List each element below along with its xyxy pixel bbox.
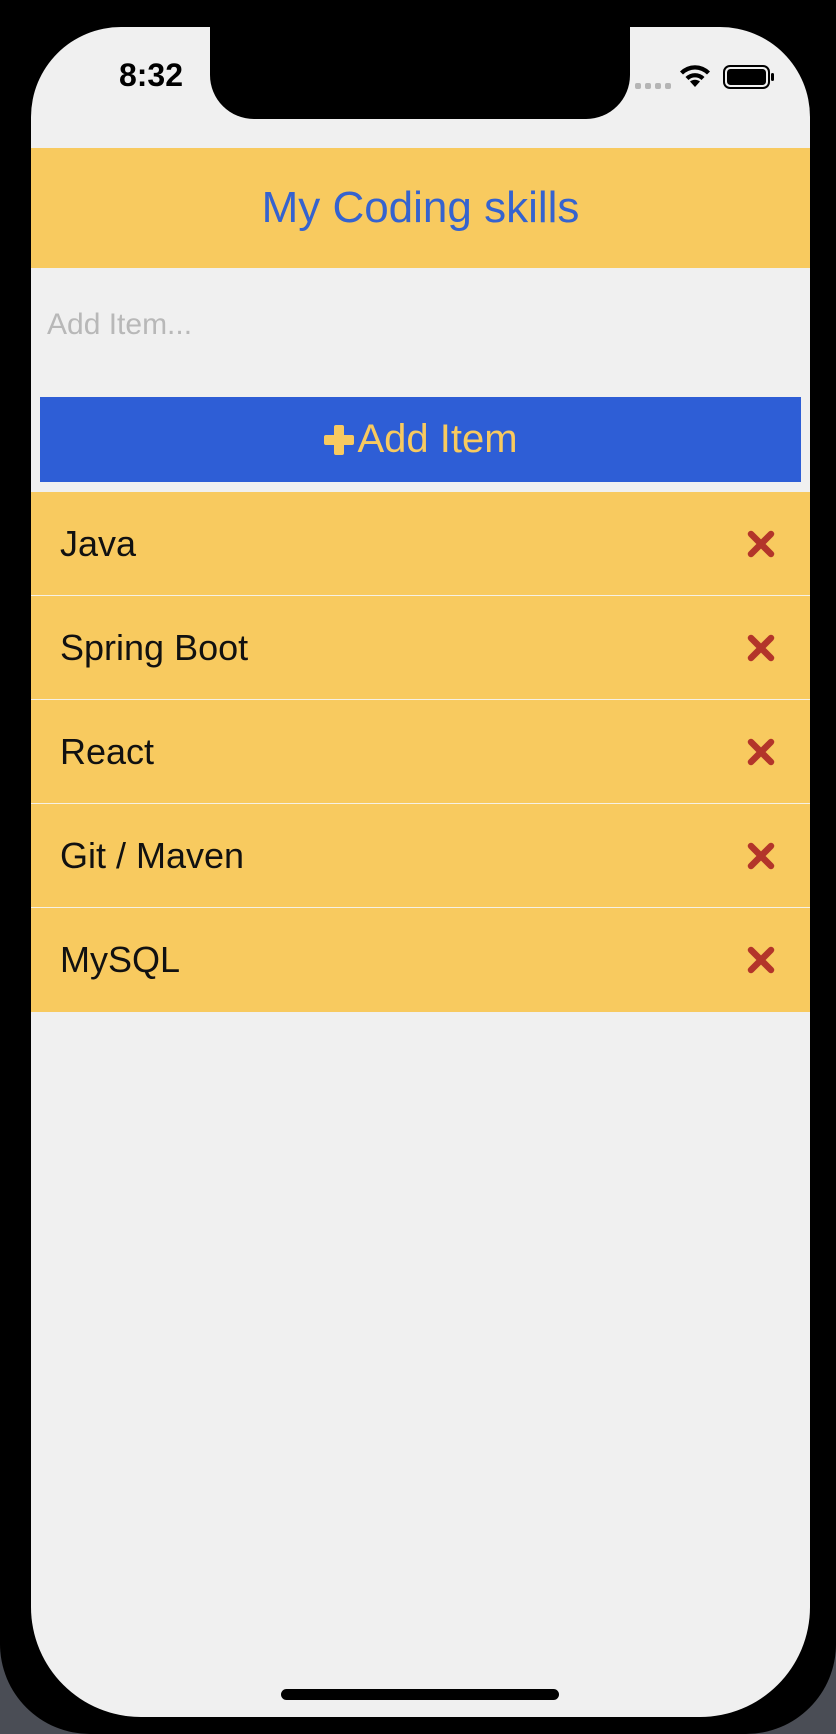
cellular-signal-icon — [635, 83, 671, 89]
list-item: Java — [31, 492, 810, 596]
list-item: MySQL — [31, 908, 810, 1012]
list-item-label: MySQL — [60, 939, 181, 980]
close-icon[interactable] — [747, 738, 775, 766]
status-time: 8:32 — [118, 57, 184, 93]
list-item-label: Java — [60, 523, 137, 564]
add-item-button-label: Add Item — [357, 417, 518, 461]
plus-icon — [324, 424, 355, 455]
home-indicator[interactable] — [281, 1689, 559, 1700]
add-item-button[interactable]: Add Item — [40, 397, 801, 482]
close-icon[interactable] — [747, 634, 775, 662]
page-title: My Coding skills — [261, 183, 580, 232]
app-header: My Coding skills — [31, 148, 810, 268]
close-icon[interactable] — [747, 530, 775, 558]
app-screen: 8:32 My Coding skills Add Item... Add It… — [31, 27, 810, 1717]
list-item: Spring Boot — [31, 596, 810, 700]
list-item-label: Spring Boot — [60, 627, 249, 668]
list-item: React — [31, 700, 810, 804]
add-item-input[interactable] — [31, 277, 810, 373]
skills-list: Java Spring Boot React Git / Maven MySQL — [31, 492, 810, 1012]
battery-icon — [723, 65, 774, 89]
list-item-label: Git / Maven — [60, 835, 245, 876]
device-notch — [210, 27, 630, 119]
phone-frame: 8:32 My Coding skills Add Item... Add It… — [0, 0, 836, 1734]
list-item-label: React — [60, 731, 155, 772]
close-icon[interactable] — [747, 946, 775, 974]
list-item: Git / Maven — [31, 804, 810, 908]
wifi-icon — [680, 65, 710, 87]
close-icon[interactable] — [747, 842, 775, 870]
